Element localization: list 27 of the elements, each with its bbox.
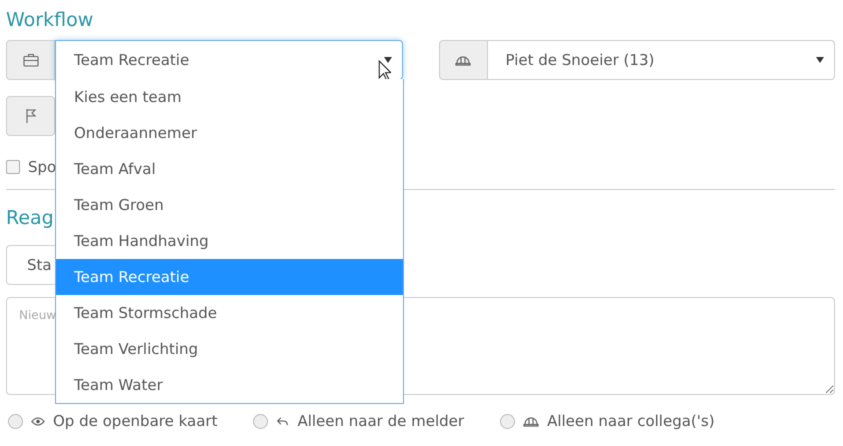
briefcase-icon (22, 53, 38, 67)
checkbox[interactable] (6, 160, 20, 174)
dropdown-option[interactable]: Onderaannemer (56, 115, 403, 151)
dropdown-option[interactable]: Team Handhaving (56, 223, 403, 259)
radio-button[interactable] (500, 414, 516, 428)
hard-hat-icon (455, 54, 471, 66)
caret-icon (816, 57, 824, 63)
dropdown-option[interactable]: Team Afval (56, 151, 403, 187)
hard-hat-icon (523, 415, 540, 427)
section-heading: Workflow (6, 8, 94, 33)
radio-label: Alleen naar collega('s) (547, 412, 715, 430)
radio-button[interactable] (8, 414, 23, 428)
dropdown-option[interactable]: Kies een team (56, 79, 403, 115)
caret-icon (384, 57, 392, 63)
dropdown-option[interactable]: Team Stormschade (56, 295, 403, 331)
radio-button[interactable] (253, 414, 268, 428)
section-heading: Reag (6, 206, 54, 231)
checkbox-label: Spo (28, 158, 56, 176)
eye-icon (31, 416, 45, 426)
radio-label: Alleen naar de melder (297, 412, 464, 430)
team-select[interactable]: Team Recreatie (55, 40, 402, 80)
reply-arrow-icon (276, 416, 290, 426)
dropdown-option[interactable]: Team Groen (56, 187, 403, 223)
worker-select[interactable]: Piet de Snoeier (13) (488, 40, 835, 80)
flag-icon (24, 108, 36, 124)
dropdown-option[interactable]: Team Verlichting (56, 331, 403, 367)
radio-label: Op de openbare kaart (53, 412, 218, 430)
